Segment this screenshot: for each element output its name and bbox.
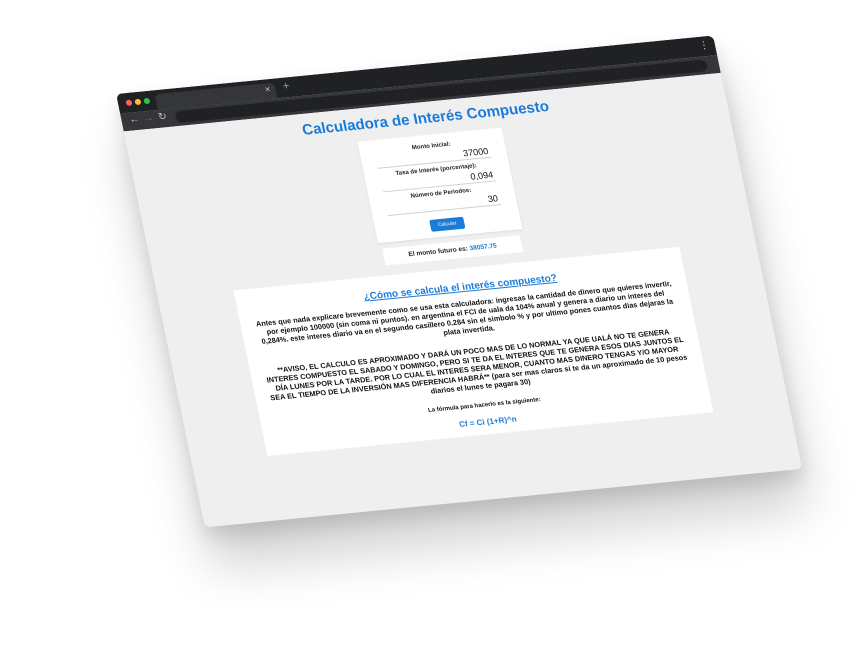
screenshot-stage: × + ⋮ ← → ↻ Calculadora de Interés Compu… — [0, 0, 863, 647]
browser-window: × + ⋮ ← → ↻ Calculadora de Interés Compu… — [116, 35, 803, 528]
close-window-icon[interactable] — [125, 99, 133, 107]
new-tab-icon[interactable]: + — [282, 80, 291, 92]
result-value: 38057.75 — [469, 242, 498, 253]
calculator-form: Monto Inicial: 37000 Tasa de Interés (po… — [356, 127, 522, 244]
forward-arrow-icon[interactable]: → — [142, 113, 154, 125]
reload-icon[interactable]: ↻ — [157, 111, 168, 123]
result-label: El monto futuro es: — [407, 245, 471, 259]
explanation-section: ¿Cómo se calcula el interés compuesto? A… — [233, 246, 714, 456]
tab-close-icon[interactable]: × — [264, 84, 271, 94]
page-content: Calculadora de Interés Compuesto Monto I… — [123, 72, 803, 528]
back-arrow-icon[interactable]: ← — [128, 114, 140, 126]
browser-menu-icon[interactable]: ⋮ — [698, 40, 710, 52]
minimize-window-icon[interactable] — [134, 98, 142, 106]
calculate-button[interactable]: Calcular — [429, 216, 466, 232]
maximize-window-icon[interactable] — [143, 97, 151, 105]
